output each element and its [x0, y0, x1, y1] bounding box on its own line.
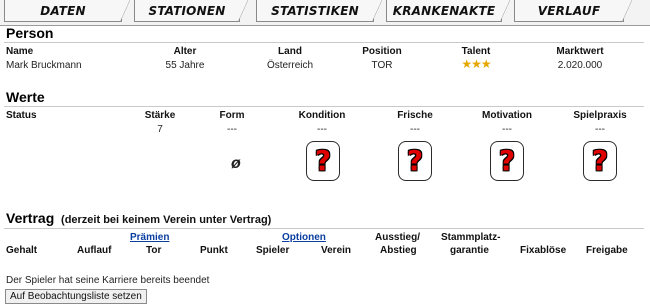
vertrag-title-row: Vertrag (derzeit bei keinem Verein unter… [6, 210, 271, 226]
tab-bar: DATEN STATIONEN STATISTIKEN KRANKENAKTE … [0, 0, 650, 26]
marktwert-header: Marktwert [556, 46, 604, 57]
tab-statistiken[interactable]: STATISTIKEN [256, 0, 382, 22]
person-section-title: Person [6, 25, 54, 41]
optionen-group-label: Optionen [282, 232, 326, 243]
player-market-value: 2.020.000 [557, 60, 603, 71]
vertrag-subtitle: (derzeit bei keinem Verein unter Vertrag… [61, 214, 272, 226]
vertrag-divider [4, 228, 644, 229]
motivation-header: Motivation [482, 110, 532, 121]
staerke-header: Stärke [144, 110, 176, 121]
kondition-unknown-icon: ? [306, 141, 340, 181]
tab-krankenakte[interactable]: KRANKENAKTE [386, 0, 510, 22]
auflauf-header: Auflauf [77, 245, 112, 256]
career-ended-note: Der Spieler hat seine Karriere bereits b… [6, 275, 210, 286]
motivation-unknown-icon: ? [490, 141, 524, 181]
kondition-header: Kondition [298, 110, 346, 121]
tab-daten[interactable]: DATEN [4, 0, 130, 22]
form-symbol-icon: ø [231, 155, 241, 172]
frische-value: --- [410, 124, 420, 135]
spielpraxis-value: --- [595, 124, 605, 135]
spielpraxis-header: Spielpraxis [573, 110, 627, 121]
fixabloese-header: Fixablöse [520, 245, 567, 256]
tor-header: Tor [146, 245, 162, 256]
status-header: Status [6, 110, 37, 121]
tab-stationen[interactable]: STATIONEN [134, 0, 248, 22]
position-header: Position [362, 46, 402, 57]
stammplatz-header-line1: Stammplatz- [441, 232, 501, 243]
verein-header: Verein [321, 245, 352, 256]
player-country: Österreich [266, 60, 314, 71]
player-age: 55 Jahre [165, 60, 205, 71]
vertrag-section-title: Vertrag [6, 210, 55, 226]
land-header: Land [278, 46, 302, 57]
person-divider [4, 42, 644, 43]
player-name: Mark Bruckmann [6, 60, 82, 71]
staerke-value: 7 [157, 124, 163, 135]
gehalt-header: Gehalt [6, 245, 38, 256]
abstieg-header-line2: Abstieg [380, 245, 417, 256]
spielpraxis-unknown-icon: ? [583, 141, 617, 181]
werte-section-title: Werte [6, 89, 45, 105]
freigabe-header: Freigabe [586, 245, 628, 256]
frische-unknown-icon: ? [398, 141, 432, 181]
praemien-group-label: Prämien [130, 232, 170, 243]
alter-header: Alter [173, 46, 197, 57]
form-value: --- [227, 124, 237, 135]
spieler-header: Spieler [256, 245, 290, 256]
punkt-header: Punkt [200, 245, 228, 256]
talent-header: Talent [461, 46, 491, 57]
form-header: Form [219, 110, 245, 121]
name-header: Name [6, 46, 34, 57]
frische-header: Frische [397, 110, 433, 121]
ausstieg-header-line1: Ausstieg/ [375, 232, 421, 243]
add-to-watchlist-button[interactable]: Auf Beobachtungsliste setzen [5, 289, 147, 304]
tab-verlauf[interactable]: VERLAUF [514, 0, 632, 22]
kondition-value: --- [317, 124, 327, 135]
stammplatz-header-line2: garantie [450, 245, 489, 256]
player-position: TOR [371, 60, 393, 71]
motivation-value: --- [502, 124, 512, 135]
talent-stars-icon: ★★★ [461, 57, 491, 71]
werte-divider [4, 106, 644, 107]
